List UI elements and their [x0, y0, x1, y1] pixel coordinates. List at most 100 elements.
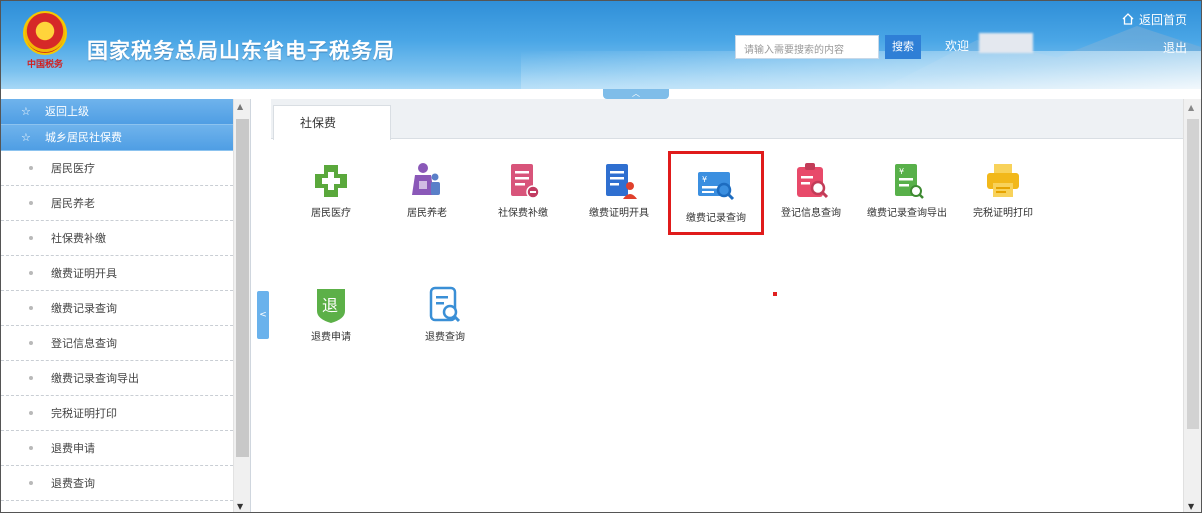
- tile-label: 居民医疗: [311, 208, 351, 219]
- site-header: 中国税务 国家税务总局山东省电子税务局 请输入需要搜索的内容 搜索 欢迎 返回首…: [1, 1, 1201, 89]
- sidebar-item-registration[interactable]: 登记信息查询: [1, 326, 233, 361]
- sidebar-item-label: 登记信息查询: [51, 337, 117, 350]
- tile-records-export[interactable]: ¥ 缴费记录查询导出: [861, 161, 953, 220]
- tile-label: 缴费记录查询: [686, 213, 746, 224]
- cursor-marker: [773, 292, 777, 296]
- tile-certificate[interactable]: 缴费证明开具: [573, 161, 665, 220]
- tile-label: 缴费记录查询导出: [867, 208, 947, 219]
- bullet-icon: [29, 376, 33, 380]
- sidebar-item-label: 缴费证明开具: [51, 267, 117, 280]
- home-link[interactable]: 返回首页: [1121, 11, 1187, 28]
- sidebar-item-label: 社保费补缴: [51, 232, 106, 245]
- sidebar: ☆ 返回上级 ☆ 城乡居民社保费 居民医疗 居民养老 社保费补缴 缴费证明开具 缴费…: [1, 99, 251, 512]
- scroll-up-icon[interactable]: ▲: [1188, 103, 1194, 112]
- tile-tax-certificate[interactable]: 完税证明打印: [957, 161, 1049, 220]
- tile-label: 完税证明打印: [973, 208, 1033, 219]
- sidebar-item-label: 缴费记录查询: [51, 302, 117, 315]
- main-panel: 社保费 居民医疗 居民养老 社保费补缴 缴费证明开具 ¥ 缴费记录查询 登记信息…: [271, 99, 1183, 512]
- app-window: 中国税务 国家税务总局山东省电子税务局 请输入需要搜索的内容 搜索 欢迎 返回首…: [0, 0, 1202, 513]
- document-export-icon: ¥: [895, 164, 924, 199]
- emblem-seal-text: 中国税务: [26, 60, 63, 70]
- bullet-icon: [29, 481, 33, 485]
- elderly-people-icon: [412, 163, 440, 195]
- sidebar-item-label: 退费申请: [51, 442, 95, 455]
- tile-registration[interactable]: 登记信息查询: [765, 161, 857, 220]
- bullet-icon: [29, 446, 33, 450]
- main-scrollbar[interactable]: ▲ ▼: [1183, 99, 1201, 512]
- printer-icon: [987, 164, 1019, 197]
- home-link-label: 返回首页: [1138, 13, 1187, 27]
- site-title: 国家税务总局山东省电子税务局: [87, 39, 395, 63]
- bullet-icon: [29, 306, 33, 310]
- bullet-icon: [29, 271, 33, 275]
- tile-refund-query[interactable]: 退费查询: [399, 285, 491, 344]
- document-search-icon: [429, 286, 461, 323]
- refund-shield-icon: 退: [317, 289, 345, 323]
- chevron-up-icon: ︿: [632, 89, 640, 98]
- username-redacted: [979, 33, 1033, 53]
- sidebar-back-item[interactable]: ☆ 返回上级: [1, 99, 233, 125]
- document-add-icon: [511, 164, 540, 199]
- star-icon: ☆: [21, 131, 31, 144]
- collapse-header-button[interactable]: ︿: [603, 89, 669, 99]
- tab-bar: 社保费: [271, 99, 1183, 140]
- sidebar-item-label: 完税证明打印: [51, 407, 117, 420]
- tile-label: 登记信息查询: [781, 208, 841, 219]
- sidebar-item-label: 居民养老: [51, 197, 95, 210]
- welcome-text: 欢迎: [945, 39, 970, 53]
- tile-pension[interactable]: 居民养老: [381, 161, 473, 220]
- tile-medical[interactable]: 居民医疗: [285, 161, 377, 220]
- sidebar-scroll-thumb[interactable]: [236, 119, 249, 457]
- tab-social-insurance[interactable]: 社保费: [273, 105, 391, 140]
- sidebar-back-label: 返回上级: [45, 105, 89, 118]
- search-button[interactable]: 搜索: [885, 35, 921, 59]
- scroll-down-icon[interactable]: ▼: [237, 502, 243, 511]
- bullet-icon: [29, 341, 33, 345]
- bullet-icon: [29, 236, 33, 240]
- document-person-icon: [606, 164, 637, 199]
- search-input[interactable]: 请输入需要搜索的内容: [735, 35, 879, 59]
- tile-label: 缴费证明开具: [589, 208, 649, 219]
- home-icon: [1122, 13, 1134, 25]
- star-icon: ☆: [21, 105, 31, 118]
- sidebar-section-header[interactable]: ☆ 城乡居民社保费: [1, 125, 233, 151]
- emblem-badge-icon: [23, 11, 67, 55]
- bullet-icon: [29, 166, 33, 170]
- sidebar-item-certificate[interactable]: 缴费证明开具: [1, 256, 233, 291]
- sidebar-item-label: 居民医疗: [51, 162, 95, 175]
- tax-emblem-logo: 中国税务: [19, 11, 71, 73]
- bullet-icon: [29, 411, 33, 415]
- scroll-down-icon[interactable]: ▼: [1188, 502, 1194, 511]
- medical-cross-icon: [315, 165, 347, 197]
- sidebar-item-tax-certificate[interactable]: 完税证明打印: [1, 396, 233, 431]
- svg-text:¥: ¥: [899, 167, 904, 176]
- sidebar-item-records-export[interactable]: 缴费记录查询导出: [1, 361, 233, 396]
- sidebar-item-medical[interactable]: 居民医疗: [1, 151, 233, 186]
- chevron-left-icon: <: [259, 310, 267, 320]
- tile-refund-apply[interactable]: 退 退费申请: [285, 285, 377, 344]
- tile-label: 社保费补缴: [498, 208, 548, 219]
- sidebar-section-label: 城乡居民社保费: [45, 131, 122, 144]
- scroll-up-icon[interactable]: ▲: [237, 102, 243, 111]
- sidebar-item-refund-apply[interactable]: 退费申请: [1, 431, 233, 466]
- sidebar-item-supplement[interactable]: 社保费补缴: [1, 221, 233, 256]
- sidebar-scrollbar[interactable]: ▲ ▼: [233, 99, 250, 512]
- tile-payment-records[interactable]: ¥ 缴费记录查询: [668, 151, 764, 235]
- sidebar-item-label: 退费查询: [51, 477, 95, 490]
- sidebar-collapse-button[interactable]: <: [257, 291, 269, 339]
- svg-text:¥: ¥: [702, 175, 707, 184]
- tile-label: 退费申请: [311, 332, 351, 343]
- card-search-icon: ¥: [698, 172, 735, 201]
- tile-supplement[interactable]: 社保费补缴: [477, 161, 569, 220]
- main-scroll-thumb[interactable]: [1187, 119, 1199, 429]
- sidebar-item-refund-query[interactable]: 退费查询: [1, 466, 233, 501]
- logout-link[interactable]: 退出: [1163, 39, 1187, 56]
- tile-label: 居民养老: [407, 208, 447, 219]
- sidebar-item-label: 缴费记录查询导出: [51, 372, 139, 385]
- svg-text:退: 退: [322, 296, 338, 315]
- clipboard-search-icon: [797, 163, 829, 199]
- sidebar-item-payment-records[interactable]: 缴费记录查询: [1, 291, 233, 326]
- bullet-icon: [29, 201, 33, 205]
- sidebar-item-pension[interactable]: 居民养老: [1, 186, 233, 221]
- tile-label: 退费查询: [425, 332, 465, 343]
